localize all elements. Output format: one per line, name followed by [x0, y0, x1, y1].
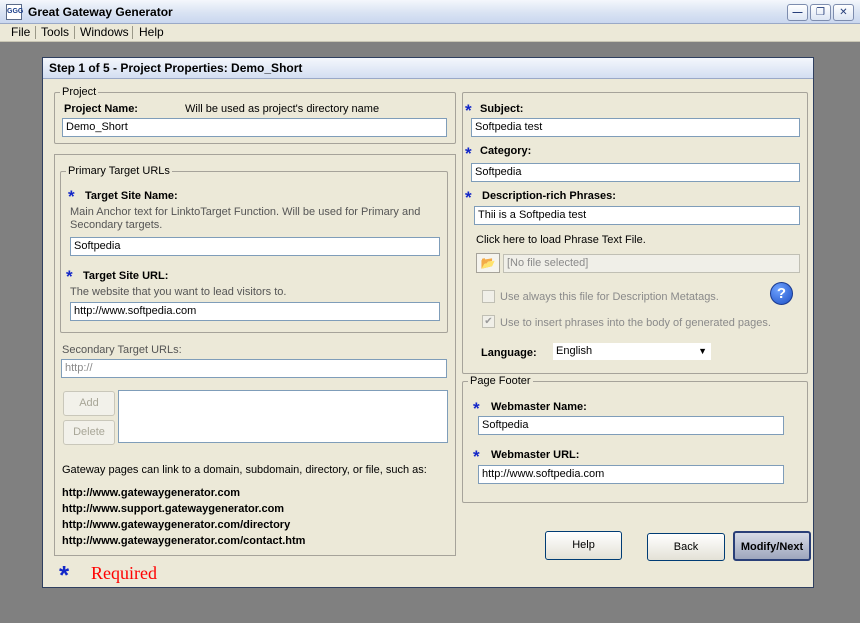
category-label: Category: [480, 145, 532, 157]
menu-bar: File Tools Windows Help [0, 24, 860, 42]
project-name-label: Project Name: [64, 103, 138, 115]
language-label: Language: [481, 347, 537, 359]
webmaster-name-label: Webmaster Name: [491, 401, 587, 413]
primary-target-group: Primary Target URLs * Target Site Name: … [60, 164, 448, 333]
load-phrase-file-link[interactable]: Click here to load Phrase Text File. [476, 234, 646, 247]
required-star-icon: * [66, 267, 73, 286]
subject-label: Subject: [480, 103, 524, 115]
target-site-url-input[interactable]: http://www.softpedia.com [70, 302, 440, 321]
webmaster-url-input[interactable]: http://www.softpedia.com [478, 465, 784, 484]
close-button[interactable]: ✕ [833, 4, 854, 21]
meta-group: * Subject: Softpedia test * Category: So… [462, 92, 808, 374]
subject-input[interactable]: Softpedia test [471, 118, 800, 137]
required-star-icon: * [473, 399, 480, 418]
category-input[interactable]: Softpedia [471, 163, 800, 182]
title-bar: GGG Great Gateway Generator — ❐ ✕ [0, 0, 860, 24]
target-site-name-input[interactable]: Softpedia [70, 237, 440, 256]
language-value: English [556, 345, 593, 357]
use-always-checkbox[interactable] [482, 290, 495, 303]
chevron-down-icon: ▼ [698, 346, 707, 356]
delete-button[interactable]: Delete [63, 420, 115, 445]
menu-separator [35, 26, 36, 39]
webmaster-name-input[interactable]: Softpedia [478, 416, 784, 435]
webmaster-url-label: Webmaster URL: [491, 449, 580, 461]
primary-target-legend: Primary Target URLs [66, 164, 172, 178]
gateway-info-text: Gateway pages can link to a domain, subd… [62, 464, 427, 476]
add-button[interactable]: Add [63, 391, 115, 416]
required-star-icon: * [68, 187, 75, 206]
wizard-window: Step 1 of 5 - Project Properties: Demo_S… [42, 57, 814, 588]
menu-separator [132, 26, 133, 39]
back-button[interactable]: Back [647, 533, 725, 561]
language-select[interactable]: English ▼ [552, 342, 712, 361]
example-url: http://www.gatewaygenerator.com/director… [62, 519, 291, 531]
help-icon[interactable]: ? [770, 282, 793, 305]
project-name-input[interactable]: Demo_Short [62, 118, 447, 137]
target-site-name-label: Target Site Name: [85, 190, 178, 202]
target-site-url-label: Target Site URL: [83, 270, 169, 282]
restore-button[interactable]: ❐ [810, 4, 831, 21]
required-legend-text: Required [91, 563, 157, 583]
required-star-icon: * [465, 101, 472, 120]
phrase-file-path: [No file selected] [503, 254, 800, 273]
menu-help[interactable]: Help [139, 25, 164, 40]
project-legend: Project [60, 85, 99, 99]
app-title: Great Gateway Generator [28, 5, 173, 19]
example-url: http://www.gatewaygenerator.com [62, 487, 241, 499]
page-footer-group: Page Footer * Webmaster Name: Softpedia … [462, 374, 808, 503]
secondary-target-input[interactable]: http:// [61, 359, 447, 378]
target-site-url-desc: The website that you want to lead visito… [70, 286, 287, 298]
menu-tools[interactable]: Tools [41, 25, 69, 40]
example-url: http://www.gatewaygenerator.com/contact.… [62, 535, 306, 547]
target-site-name-desc: Main Anchor text for LinktoTarget Functi… [70, 206, 421, 231]
project-group: Project Project Name: Will be used as pr… [54, 85, 456, 144]
app-icon: GGG [6, 4, 23, 20]
phrases-input[interactable]: Thii is a Softpedia test [474, 206, 800, 225]
wizard-title: Step 1 of 5 - Project Properties: Demo_S… [43, 58, 813, 79]
use-insert-checkbox[interactable]: ✔ [482, 315, 495, 328]
secondary-targets-list[interactable] [118, 390, 448, 443]
secondary-targets-label: Secondary Target URLs: [62, 344, 182, 356]
open-folder-icon[interactable]: 📂 [476, 253, 500, 273]
menu-file[interactable]: File [11, 25, 30, 40]
help-button[interactable]: Help [545, 531, 622, 560]
use-insert-label: Use to insert phrases into the body of g… [500, 317, 771, 329]
required-star-icon: * [465, 188, 472, 207]
modify-next-button[interactable]: Modify/Next [733, 531, 811, 561]
page-footer-legend: Page Footer [468, 374, 533, 388]
required-star-icon: * [473, 447, 480, 466]
phrases-label: Description-rich Phrases: [482, 190, 616, 202]
menu-windows[interactable]: Windows [80, 25, 129, 40]
minimize-button[interactable]: — [787, 4, 808, 21]
example-url: http://www.support.gatewaygenerator.com [62, 503, 285, 515]
use-always-label: Use always this file for Description Met… [500, 291, 719, 303]
menu-separator [74, 26, 75, 39]
required-star-icon: * [465, 144, 472, 163]
required-star-icon: * [59, 560, 70, 590]
project-name-hint: Will be used as project's directory name [185, 103, 380, 115]
